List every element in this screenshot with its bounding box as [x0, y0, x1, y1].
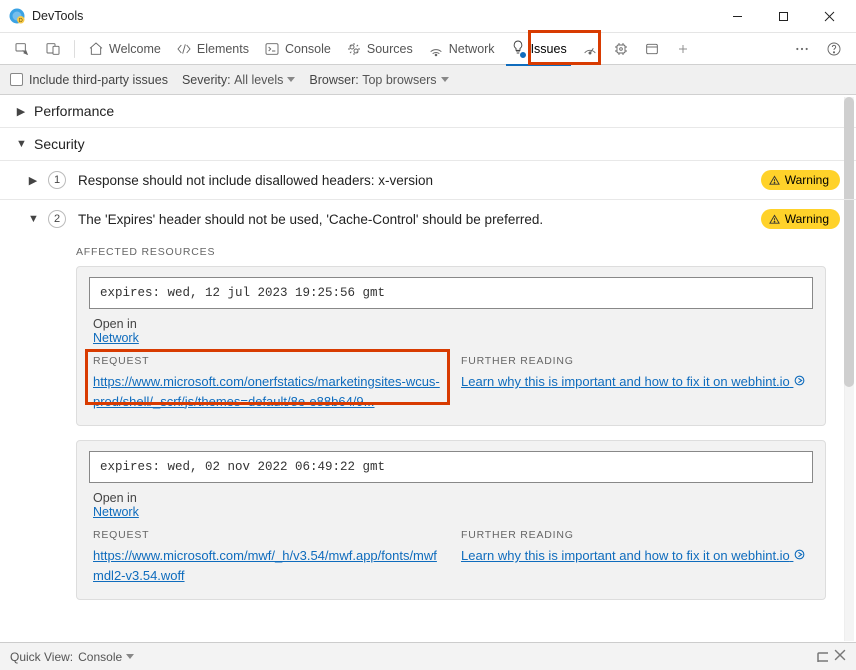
chevron-down-icon: [126, 654, 134, 659]
tab-welcome[interactable]: Welcome: [82, 34, 167, 64]
close-quickview-button[interactable]: [834, 649, 846, 664]
tab-network[interactable]: Network: [422, 34, 501, 64]
quick-view-value: Console: [78, 650, 122, 664]
issue-count-badge: 2: [48, 210, 66, 228]
maximize-button[interactable]: [760, 0, 806, 32]
group-performance[interactable]: ▶ Performance: [0, 95, 856, 128]
quick-view-selector[interactable]: Console: [78, 650, 134, 664]
tab-label-console: Console: [285, 42, 331, 56]
tab-label-network: Network: [449, 42, 495, 56]
browser-value: Top browsers: [362, 73, 436, 87]
further-reading-label: FURTHER READING: [461, 529, 809, 541]
header-code: expires: wed, 02 nov 2022 06:49:22 gmt: [89, 451, 813, 483]
titlebar: D DevTools: [0, 0, 856, 32]
performance-icon[interactable]: [576, 34, 604, 64]
app-icon: D: [8, 7, 26, 25]
chevron-down-icon: [287, 77, 295, 82]
checkbox-icon: [10, 73, 23, 86]
issue-row[interactable]: ▶ 1 Response should not include disallow…: [0, 161, 856, 200]
minimize-button[interactable]: [714, 0, 760, 32]
resource-card: expires: wed, 12 jul 2023 19:25:56 gmt O…: [76, 266, 826, 426]
browser-label: Browser:: [309, 73, 358, 87]
help-button[interactable]: [820, 34, 848, 64]
external-link-icon: [793, 547, 806, 567]
open-in-network-link[interactable]: Network: [93, 331, 139, 345]
issue-count-badge: 1: [48, 171, 66, 189]
chevron-down-icon: ▼: [16, 138, 26, 150]
include-third-party-label: Include third-party issues: [29, 73, 168, 87]
further-reading-text: Learn why this is important and how to f…: [461, 548, 790, 563]
header-code: expires: wed, 12 jul 2023 19:25:56 gmt: [89, 277, 813, 309]
warning-badge-label: Warning: [785, 212, 829, 226]
group-security[interactable]: ▼ Security: [0, 128, 856, 161]
inspect-icon[interactable]: [8, 34, 36, 64]
more-button[interactable]: [788, 34, 816, 64]
close-button[interactable]: [806, 0, 852, 32]
tab-label-issues: Issues: [531, 42, 567, 56]
separator: [74, 40, 75, 58]
scrollbar-thumb[interactable]: [844, 97, 854, 387]
request-url-link[interactable]: https://www.microsoft.com/mwf/_h/v3.54/m…: [93, 546, 441, 585]
tab-label-elements: Elements: [197, 42, 249, 56]
chevron-down-icon: ▼: [28, 213, 38, 225]
warning-badge-label: Warning: [785, 173, 829, 187]
svg-text:D: D: [19, 18, 23, 24]
tool-tabbar: Welcome Elements Console Sources Network…: [0, 32, 856, 65]
open-in-wrap: Open in Network: [93, 317, 809, 345]
device-toggle-icon[interactable]: [39, 34, 67, 64]
application-icon[interactable]: [638, 34, 666, 64]
group-label: Security: [34, 136, 85, 152]
open-in-label: Open in: [93, 491, 137, 505]
severity-value: All levels: [234, 73, 283, 87]
chevron-down-icon: [441, 77, 449, 82]
request-label: REQUEST: [93, 529, 441, 541]
filter-bar: Include third-party issues Severity: All…: [0, 65, 856, 95]
resource-card: expires: wed, 02 nov 2022 06:49:22 gmt O…: [76, 440, 826, 600]
add-tab-button[interactable]: [669, 34, 697, 64]
external-link-icon: [793, 373, 806, 393]
warning-badge: Warning: [761, 170, 840, 190]
memory-icon[interactable]: [607, 34, 635, 64]
tab-elements[interactable]: Elements: [170, 34, 255, 64]
severity-label: Severity:: [182, 73, 231, 87]
chevron-right-icon: ▶: [16, 105, 26, 118]
tab-label-sources: Sources: [367, 42, 413, 56]
warning-badge: Warning: [761, 209, 840, 229]
further-reading-link[interactable]: Learn why this is important and how to f…: [461, 374, 806, 389]
open-in-label: Open in: [93, 317, 137, 331]
browser-filter[interactable]: Browser: Top browsers: [309, 73, 448, 87]
tab-issues[interactable]: Issues: [504, 34, 573, 64]
tab-sources[interactable]: Sources: [340, 34, 419, 64]
severity-filter[interactable]: Severity: All levels: [182, 73, 295, 87]
issue-title: Response should not include disallowed h…: [78, 173, 433, 188]
request-label: REQUEST: [93, 355, 441, 367]
further-reading-label: FURTHER READING: [461, 355, 809, 367]
group-label: Performance: [34, 103, 114, 119]
issue-body: AFFECTED RESOURCES expires: wed, 12 jul …: [0, 238, 856, 626]
window-title: DevTools: [32, 9, 83, 23]
quick-view-label: Quick View:: [10, 650, 73, 664]
open-in-wrap: Open in Network: [93, 491, 809, 519]
chevron-right-icon: ▶: [28, 174, 38, 187]
lightbulb-icon: [510, 39, 526, 58]
affected-resources-label: AFFECTED RESOURCES: [76, 246, 826, 258]
further-reading-text: Learn why this is important and how to f…: [461, 374, 790, 389]
tab-label-welcome: Welcome: [109, 42, 161, 56]
include-third-party-checkbox[interactable]: Include third-party issues: [10, 73, 168, 87]
request-url-link[interactable]: https://www.microsoft.com/onerfstatics/m…: [93, 372, 441, 411]
issue-row[interactable]: ▼ 2 The 'Expires' header should not be u…: [0, 200, 856, 238]
expand-quickview-button[interactable]: [814, 648, 828, 665]
further-reading-link[interactable]: Learn why this is important and how to f…: [461, 548, 806, 563]
issue-title: The 'Expires' header should not be used,…: [78, 212, 543, 227]
issues-panel: ▶ Performance ▼ Security ▶ 1 Response sh…: [0, 95, 856, 642]
quick-view-bar: Quick View: Console: [0, 642, 856, 670]
open-in-network-link[interactable]: Network: [93, 505, 139, 519]
tab-console[interactable]: Console: [258, 34, 337, 64]
